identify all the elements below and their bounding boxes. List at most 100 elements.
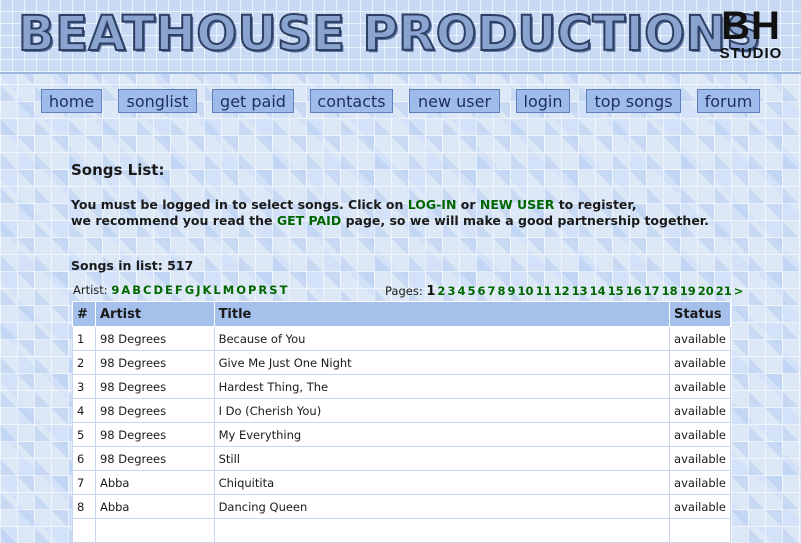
- row-number: 1: [72, 326, 96, 351]
- table-row[interactable]: 4 98 Degrees I Do (Cherish You) availabl…: [72, 398, 731, 423]
- row-artist: 98 Degrees: [94, 398, 215, 423]
- row-artist: 98 Degrees: [94, 374, 215, 399]
- notice-text: we recommend you read the: [71, 213, 277, 228]
- table-row[interactable]: 8 Abba Dancing Queen available: [72, 494, 731, 519]
- artist-letter[interactable]: S: [269, 283, 277, 297]
- artist-filter: Artist: 9ABCDEFGJKLMOPRST: [73, 283, 289, 297]
- login-link[interactable]: LOG-IN: [408, 197, 457, 212]
- page-link[interactable]: 12: [554, 284, 570, 298]
- row-number: 5: [72, 422, 96, 447]
- row-status: available: [669, 374, 731, 399]
- page-link[interactable]: 4: [457, 284, 465, 298]
- page-link[interactable]: 14: [590, 284, 606, 298]
- page-link[interactable]: 18: [662, 284, 678, 298]
- table-row[interactable]: 5 98 Degrees My Everything available: [72, 422, 731, 447]
- artist-letter[interactable]: D: [153, 283, 163, 297]
- nav-top-songs[interactable]: top songs: [586, 89, 681, 113]
- page-link[interactable]: 9: [508, 284, 516, 298]
- artist-letter[interactable]: 9: [111, 283, 119, 297]
- row-number: 7: [72, 470, 96, 495]
- artist-letter[interactable]: O: [236, 283, 246, 297]
- table-row[interactable]: 3 98 Degrees Hardest Thing, The availabl…: [72, 374, 731, 399]
- row-number: 2: [72, 350, 96, 375]
- artist-letter[interactable]: P: [248, 283, 256, 297]
- row-artist: Abba: [94, 494, 215, 519]
- page-link[interactable]: 15: [608, 284, 624, 298]
- next-page-link[interactable]: >: [734, 284, 744, 298]
- row-title: Because of You: [213, 326, 671, 351]
- login-notice: You must be logged in to select songs. C…: [71, 197, 731, 229]
- artist-filter-label: Artist:: [73, 283, 108, 297]
- artist-letter[interactable]: K: [202, 283, 211, 297]
- nav-new-user[interactable]: new user: [409, 89, 500, 113]
- artist-letter[interactable]: T: [280, 283, 288, 297]
- row-artist: 98 Degrees: [94, 446, 215, 471]
- row-title: Chiquitita: [213, 470, 671, 495]
- page-title: Songs List:: [71, 161, 165, 179]
- page-link[interactable]: 16: [626, 284, 642, 298]
- page-link[interactable]: 17: [644, 284, 660, 298]
- row-title: Dancing Queen: [213, 494, 671, 519]
- bh-studio-logo: BH STUDIO: [712, 6, 790, 66]
- row-title: [213, 518, 671, 543]
- page-link[interactable]: 8: [498, 284, 506, 298]
- pages-label: Pages:: [385, 284, 423, 298]
- page-link[interactable]: 11: [536, 284, 552, 298]
- table-row[interactable]: 1 98 Degrees Because of You available: [72, 326, 731, 351]
- nav-home[interactable]: home: [41, 89, 102, 113]
- page-link[interactable]: 20: [698, 284, 714, 298]
- page-link[interactable]: 5: [467, 284, 475, 298]
- row-artist: Abba: [94, 470, 215, 495]
- artist-letter[interactable]: C: [143, 283, 151, 297]
- table-row[interactable]: [72, 518, 731, 543]
- col-header-title[interactable]: Title: [213, 301, 671, 327]
- artist-letter[interactable]: G: [185, 283, 194, 297]
- page-link[interactable]: 6: [477, 284, 485, 298]
- row-artist: 98 Degrees: [94, 422, 215, 447]
- site-title: BEATHOUSE PRODUCTIONS: [17, 5, 762, 63]
- nav-get-paid[interactable]: get paid: [212, 89, 294, 113]
- col-header-status[interactable]: Status: [669, 301, 731, 327]
- artist-letter[interactable]: A: [121, 283, 130, 297]
- artist-letter[interactable]: E: [165, 283, 173, 297]
- page-link[interactable]: 13: [572, 284, 588, 298]
- page-link[interactable]: 3: [447, 284, 455, 298]
- page-link[interactable]: 10: [518, 284, 534, 298]
- page-link[interactable]: 21: [716, 284, 732, 298]
- page-link[interactable]: 2: [437, 284, 445, 298]
- logo-sub: STUDIO: [719, 45, 783, 62]
- table-row[interactable]: 2 98 Degrees Give Me Just One Night avai…: [72, 350, 731, 375]
- row-status: available: [669, 398, 731, 423]
- row-title: My Everything: [213, 422, 671, 447]
- table-row[interactable]: 7 Abba Chiquitita available: [72, 470, 731, 495]
- songs-count-label: Songs in list:: [71, 258, 163, 273]
- page-link[interactable]: 7: [488, 284, 496, 298]
- page-link[interactable]: 19: [680, 284, 696, 298]
- row-title: Give Me Just One Night: [213, 350, 671, 375]
- artist-letter[interactable]: F: [175, 283, 183, 297]
- nav-forum[interactable]: forum: [697, 89, 760, 113]
- artist-letter[interactable]: L: [213, 283, 220, 297]
- row-status: available: [669, 422, 731, 447]
- row-status: [669, 518, 731, 543]
- row-status: available: [669, 470, 731, 495]
- get-paid-link[interactable]: GET PAID: [277, 213, 341, 228]
- table-row[interactable]: 6 98 Degrees Still available: [72, 446, 731, 471]
- row-title: I Do (Cherish You): [213, 398, 671, 423]
- row-number: 4: [72, 398, 96, 423]
- artist-letter[interactable]: J: [196, 283, 200, 297]
- nav-contacts[interactable]: contacts: [310, 89, 393, 113]
- new-user-link[interactable]: NEW USER: [480, 197, 554, 212]
- row-title: Still: [213, 446, 671, 471]
- main-nav: home songlist get paid contacts new user…: [0, 89, 801, 117]
- artist-letter[interactable]: R: [258, 283, 267, 297]
- nav-songlist[interactable]: songlist: [118, 89, 197, 113]
- col-header-artist[interactable]: Artist: [94, 301, 215, 327]
- row-number: 8: [72, 494, 96, 519]
- artist-letter[interactable]: M: [223, 283, 234, 297]
- row-status: available: [669, 494, 731, 519]
- row-status: available: [669, 326, 731, 351]
- artist-letter[interactable]: B: [132, 283, 141, 297]
- nav-login[interactable]: login: [516, 89, 570, 113]
- row-artist: 98 Degrees: [94, 350, 215, 375]
